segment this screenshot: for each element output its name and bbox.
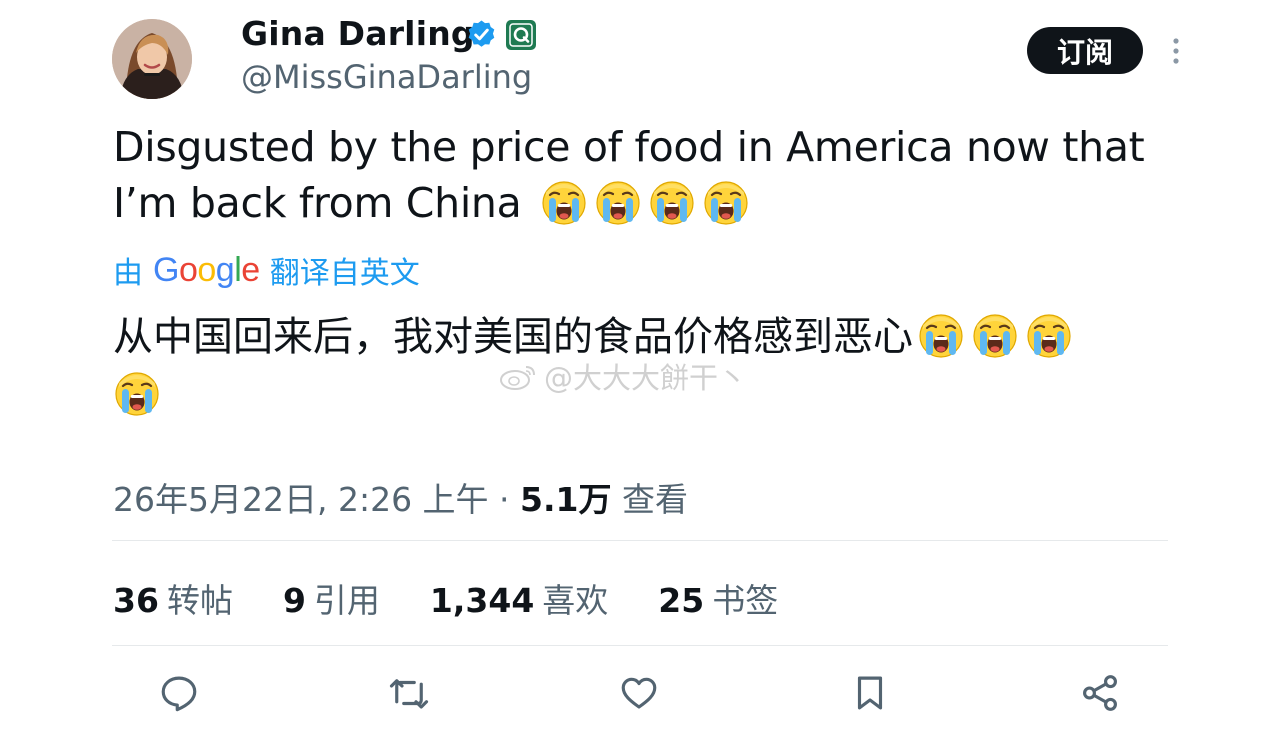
meta-separator: ·: [488, 480, 521, 519]
divider: [112, 645, 1168, 646]
timestamp[interactable]: 26年5月22日, 2:26 上午: [113, 480, 489, 519]
bookmarks-stat[interactable]: 25 书签: [658, 574, 778, 622]
watermark: @大大大餅干丶: [498, 355, 747, 397]
loudly-crying-face-icon: [1025, 311, 1073, 359]
bookmarks-label: 书签: [712, 581, 779, 620]
weibo-logo-icon: [500, 366, 535, 390]
more-options-icon[interactable]: [1164, 34, 1188, 68]
tweet-text-line-2-text: I’m back from China: [113, 179, 522, 227]
views-count: 5.1万: [520, 480, 612, 519]
translate-link[interactable]: 由 Google 翻译自英文: [113, 248, 420, 292]
subscribe-button[interactable]: 订阅: [1027, 27, 1143, 74]
divider: [112, 540, 1168, 541]
quotes-label: 引用: [313, 581, 380, 620]
likes-stat[interactable]: 1,344 喜欢: [430, 574, 608, 622]
reposts-count: 36: [113, 581, 159, 620]
affiliate-badge-icon[interactable]: [505, 19, 537, 51]
tweet-meta: 26年5月22日, 2:26 上午 · 5.1万 查看: [113, 473, 688, 521]
like-icon[interactable]: [618, 672, 660, 714]
quotes-stat[interactable]: 9 引用: [283, 574, 380, 622]
likes-label: 喜欢: [542, 581, 609, 620]
bookmark-icon[interactable]: [849, 672, 891, 714]
translated-text-content: 从中国回来后，我对美国的食品价格感到恶心: [113, 314, 913, 360]
avatar-image: [112, 19, 192, 99]
tweet-text: Disgusted by the price of food in Americ…: [113, 119, 1173, 231]
avatar[interactable]: [112, 19, 192, 99]
loudly-crying-face-icon: [594, 178, 642, 226]
translate-prefix: 由: [113, 256, 143, 291]
author-display-name[interactable]: Gina Darling: [241, 14, 475, 53]
author-handle[interactable]: @MissGinaDarling: [241, 58, 532, 96]
bookmarks-count: 25: [658, 581, 705, 620]
share-icon[interactable]: [1079, 672, 1121, 714]
tweet-text-line-2: I’m back from China: [113, 175, 1173, 231]
likes-count: 1,344: [429, 581, 535, 620]
loudly-crying-face-icon: [917, 311, 965, 359]
engagement-stats: 36 转帖 9 引用 1,344 喜欢 25 书签: [113, 574, 778, 622]
repost-icon[interactable]: [388, 672, 430, 714]
tweet-card: Gina Darling @MissGinaDarling 订阅 Disgust…: [0, 0, 1280, 740]
reposts-label: 转帖: [166, 581, 233, 620]
verified-badge-icon: [468, 20, 495, 47]
loudly-crying-face-icon: [540, 178, 588, 226]
tweet-text-line-1: Disgusted by the price of food in Americ…: [113, 123, 1145, 171]
reposts-stat[interactable]: 36 转帖: [113, 574, 233, 622]
loudly-crying-face-icon: [971, 311, 1019, 359]
loudly-crying-face-icon: [702, 178, 750, 226]
watermark-text: @大大大餅干丶: [544, 361, 748, 395]
reply-icon[interactable]: [158, 672, 200, 714]
quotes-count: 9: [282, 581, 306, 620]
views-label: 查看: [622, 480, 689, 519]
translate-suffix: 翻译自英文: [269, 256, 420, 291]
google-logo: Google: [153, 250, 260, 289]
loudly-crying-face-icon: [648, 178, 696, 226]
loudly-crying-face-icon: [113, 369, 161, 417]
